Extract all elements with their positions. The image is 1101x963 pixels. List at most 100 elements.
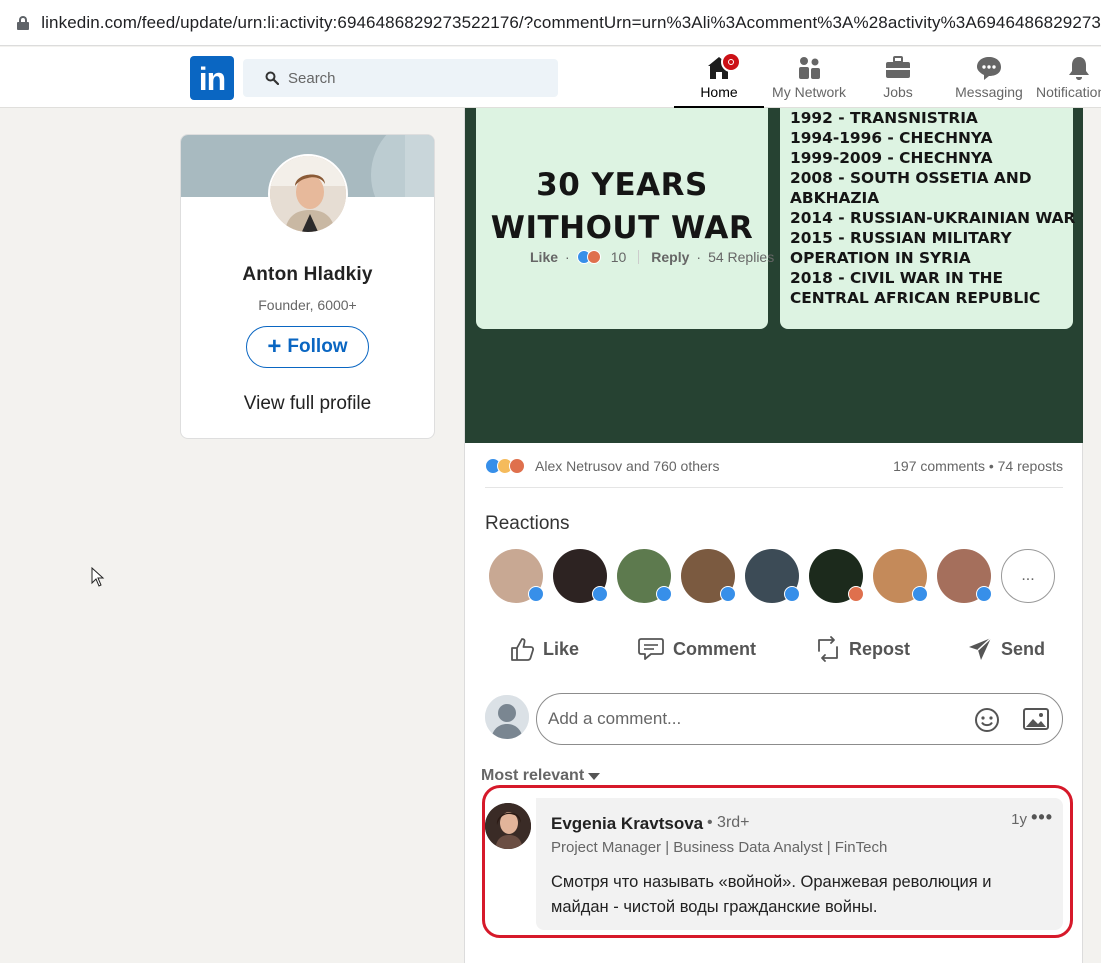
comment-button[interactable]: Comment [637, 628, 756, 670]
reactor-avatar[interactable] [681, 549, 736, 603]
reactor-avatar[interactable] [809, 549, 864, 603]
profile-photo [270, 156, 346, 232]
comment-reaction-count[interactable]: 10 [611, 249, 627, 265]
love-reaction-icon [509, 458, 525, 474]
reactor-avatar[interactable] [617, 549, 672, 603]
image-headline-line1: 30 YEARS [536, 167, 708, 203]
divider [638, 250, 640, 264]
messaging-icon [977, 57, 1001, 80]
profile-name[interactable]: Anton Hladkiy [181, 264, 434, 286]
commenter-headline: Project Manager | Business Data Analyst … [551, 839, 888, 856]
sort-dropdown[interactable]: Most relevant [481, 767, 601, 785]
caret-down-icon [588, 772, 601, 780]
search-icon [265, 71, 279, 85]
more-reactors-button[interactable]: ... [1001, 549, 1055, 603]
reactor-avatars: ... [489, 549, 1059, 605]
address-bar[interactable]: linkedin.com/feed/update/urn:li:activity… [0, 0, 1101, 46]
war-list-line: OPERATION IN SYRIA [790, 249, 971, 267]
nav-home[interactable]: Home [674, 47, 764, 108]
nav-notifications[interactable]: Notifications [1036, 47, 1101, 107]
connection-degree: • 3rd+ [707, 814, 750, 831]
plus-icon: + [267, 333, 282, 360]
comment-bubble: Evgenia Kravtsova • 3rd+ 1y ••• Project … [536, 798, 1063, 930]
profile-title: Founder, 6000+ [258, 297, 357, 313]
repost-button[interactable]: Repost [815, 628, 910, 670]
repost-icon [818, 636, 838, 662]
war-list-line: 1999-2009 - CHECHNYA [790, 149, 993, 167]
war-list-line: ABKHAZIA [790, 189, 880, 207]
send-button[interactable]: Send [967, 628, 1045, 670]
comment-text: Смотря что называть «войной». Оранжевая … [551, 873, 992, 916]
like-icon [784, 586, 800, 602]
send-icon [969, 637, 992, 660]
emoji-icon[interactable] [974, 707, 1000, 733]
comments-reposts-count[interactable]: 197 comments • 74 reposts [893, 458, 1063, 474]
nav-messaging[interactable]: Messaging [950, 47, 1028, 107]
nav-my-network[interactable]: My Network [764, 47, 854, 107]
more-options-button[interactable]: ••• [1031, 807, 1053, 828]
briefcase-icon [886, 56, 910, 78]
comment-like-button[interactable]: Like [530, 249, 558, 265]
follow-label: Follow [287, 336, 348, 357]
mouse-cursor-icon [91, 567, 105, 587]
reactor-avatar[interactable] [873, 549, 928, 603]
reactors-summary[interactable]: Alex Netrusov and 760 others [535, 458, 719, 474]
send-label: Send [1001, 638, 1046, 659]
like-icon [592, 586, 608, 602]
comment-input-placeholder: Add a comment... [548, 709, 682, 728]
war-list-line: CENTRAL AFRICAN REPUBLIC [790, 289, 1041, 307]
love-icon [848, 586, 864, 602]
image-headline: 30 YEARS WITHOUT WAR [476, 164, 768, 250]
viewer-avatar [485, 695, 529, 739]
nav-notifications-label: Notifications [1036, 84, 1101, 100]
social-counts-bar: Alex Netrusov and 760 others 197 comment… [485, 454, 1063, 488]
nav-jobs-label: Jobs [883, 84, 913, 100]
separator-dot: · [565, 249, 570, 265]
bell-icon [1069, 57, 1089, 80]
follow-button[interactable]: + Follow [246, 326, 369, 368]
search-input[interactable]: Search [288, 70, 336, 87]
reply-button[interactable]: Reply [651, 249, 689, 265]
like-button[interactable]: Like [509, 628, 579, 670]
comment-composer: Add a comment... [485, 693, 1063, 745]
search-box[interactable]: Search [243, 59, 558, 97]
like-label: Like [543, 638, 580, 659]
lock-icon[interactable] [17, 15, 30, 30]
post-image[interactable]: 30 YEARS WITHOUT WAR 1992 - TRANSNISTRIA… [465, 108, 1083, 443]
reactor-avatar[interactable] [937, 549, 992, 603]
comment-item: Evgenia Kravtsova • 3rd+ 1y ••• Project … [485, 798, 1075, 948]
url-text[interactable]: linkedin.com/feed/update/urn:li:activity… [41, 13, 1101, 33]
commenter-avatar[interactable] [485, 803, 531, 849]
war-list-line: 2014 - RUSSIAN-UKRAINIAN WAR [790, 209, 1076, 227]
sort-label: Most relevant [481, 767, 585, 784]
post-card: 30 YEARS WITHOUT WAR 1992 - TRANSNISTRIA… [464, 108, 1083, 963]
commenter-photo [485, 803, 531, 849]
comment-label: Comment [673, 638, 757, 659]
view-full-profile-link[interactable]: View full profile [181, 393, 434, 415]
nav-jobs[interactable]: Jobs [863, 47, 933, 107]
comment-icon [638, 638, 664, 660]
separator-dot: · [696, 249, 702, 265]
profile-avatar[interactable] [268, 154, 348, 234]
war-list-line: 1994-1996 - CHECHNYA [790, 129, 993, 147]
linkedin-logo[interactable]: in [190, 56, 234, 100]
comment-reaction-icons[interactable] [576, 250, 601, 264]
commenter-name[interactable]: Evgenia Kravtsova [551, 814, 703, 834]
like-icon [656, 586, 672, 602]
replies-count-link[interactable]: 54 Replies [708, 249, 774, 265]
comment-input[interactable]: Add a comment... [536, 693, 1063, 745]
reactor-avatar[interactable] [489, 549, 544, 603]
like-icon [528, 586, 544, 602]
thumbs-up-icon [511, 638, 535, 661]
war-list-line: 2018 - CIVIL WAR IN THE [790, 269, 1004, 287]
notification-badge [721, 52, 741, 72]
comment-time: 1y [1011, 811, 1027, 828]
network-icon [799, 57, 820, 79]
war-list: 1992 - TRANSNISTRIA 1994-1996 - CHECHNYA… [790, 108, 1075, 308]
image-icon[interactable] [1023, 707, 1049, 731]
reaction-icons[interactable] [485, 458, 525, 474]
reactor-avatar[interactable] [745, 549, 800, 603]
reactor-avatar[interactable] [553, 549, 608, 603]
post-actions: Like Comment Repost Send [465, 628, 1083, 670]
nav-my-network-label: My Network [772, 84, 846, 100]
